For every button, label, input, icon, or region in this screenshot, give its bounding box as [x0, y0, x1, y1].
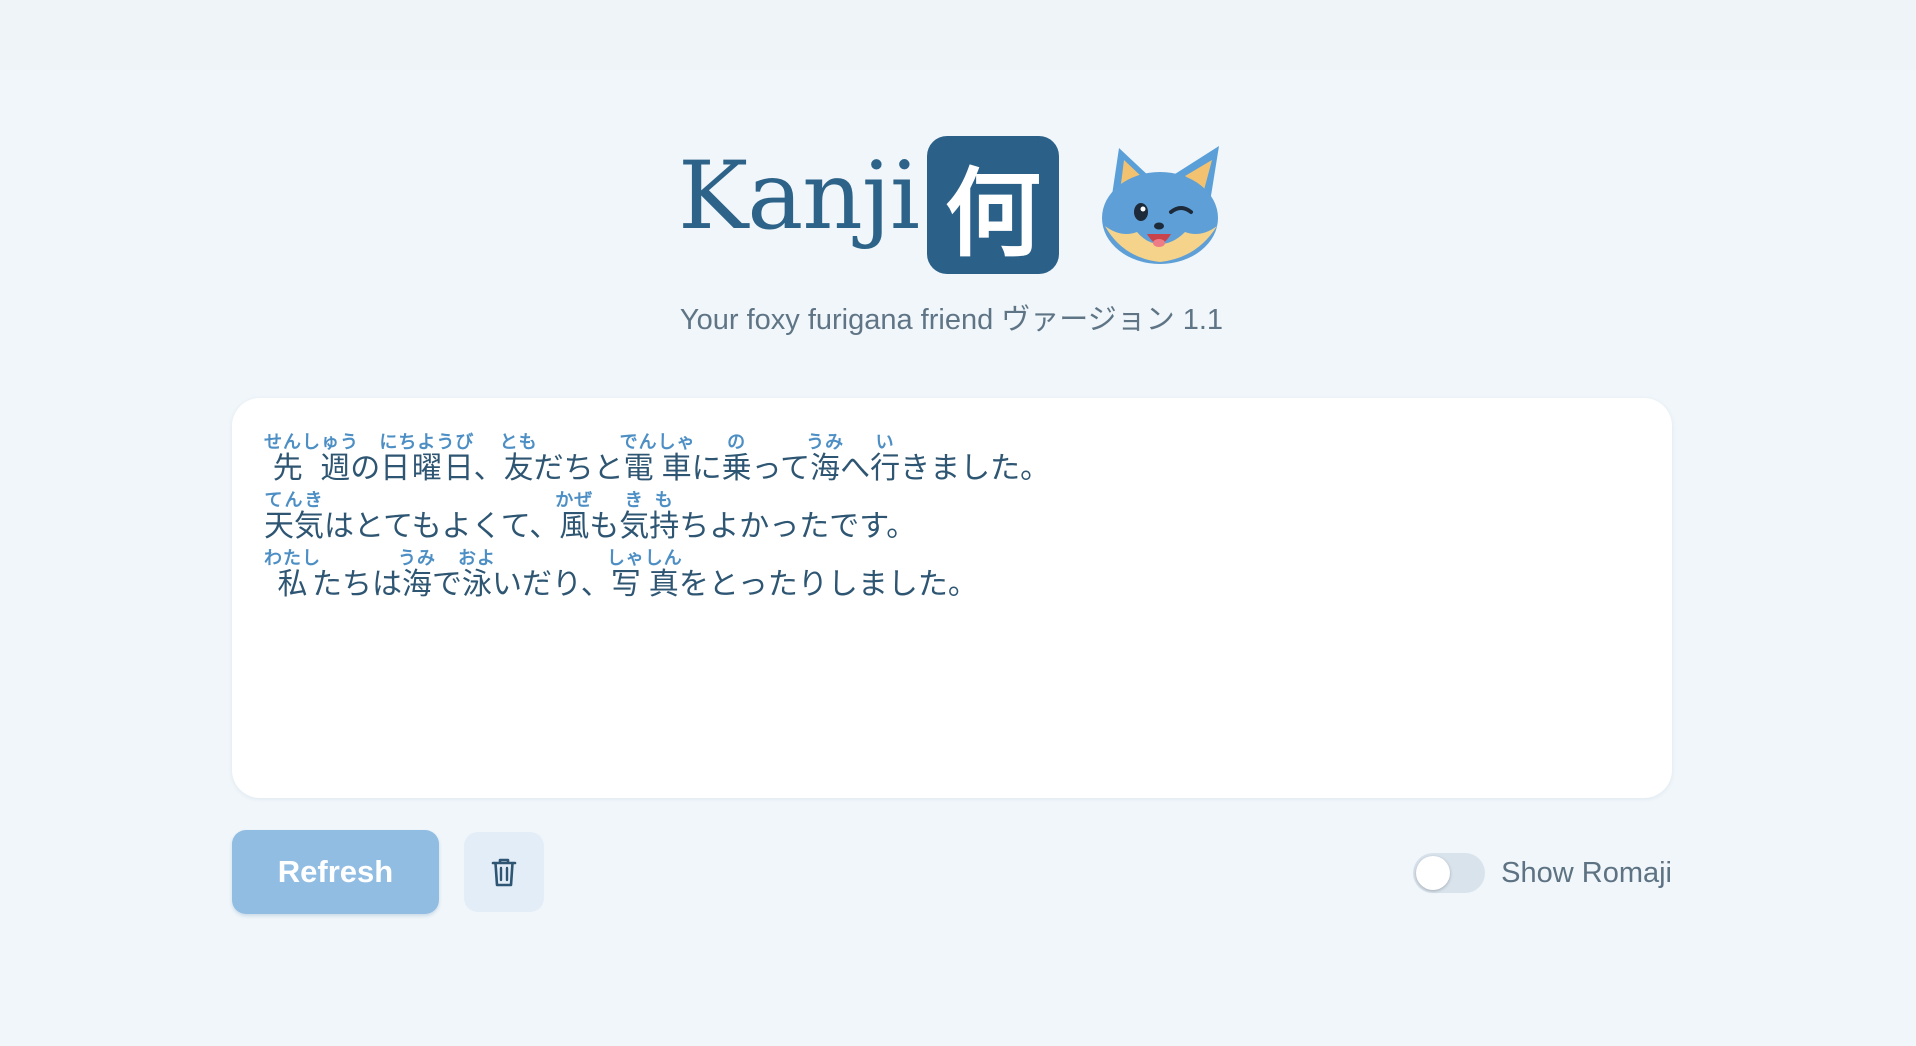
furigana-reading: わたし — [264, 548, 321, 569]
furigana-reading: せんしゅう — [264, 432, 359, 453]
kanji-base: 海 — [398, 567, 436, 602]
furigana-text-editor[interactable]: 先週せんしゅうの日曜日にちようび、友ともだちと電車でんしゃに乗のって海うみへ行い… — [232, 398, 1672, 798]
kanji-base: 電車 — [619, 451, 696, 486]
plain-text: に — [691, 451, 722, 486]
furigana-word: 海うみ — [806, 432, 844, 486]
furigana-reading: でんしゃ — [619, 432, 696, 453]
plain-text: いだり、 — [492, 567, 611, 602]
brand-kanji-badge: 何 — [927, 136, 1059, 274]
furigana-word: 海うみ — [398, 548, 436, 602]
plain-text: たちは — [312, 567, 402, 602]
furigana-word: 乗の — [721, 432, 752, 486]
furigana-word: 写真しゃしん — [607, 548, 683, 602]
plain-text: きました。 — [900, 451, 1051, 486]
furigana-word: 先週せんしゅう — [264, 432, 359, 486]
kanji-base: 海 — [806, 451, 845, 486]
plain-text: はとてもよくて、 — [324, 509, 560, 544]
furigana-word: 私わたし — [264, 548, 321, 602]
app-tagline: Your foxy furigana friend ヴァージョン 1.1 — [679, 304, 1224, 336]
furigana-word: 行い — [870, 432, 901, 486]
romaji-setting: Show Romaji — [1413, 850, 1672, 896]
furigana-word: 泳およ — [458, 548, 496, 602]
show-romaji-label: Show Romaji — [1501, 856, 1672, 889]
brand-kanji: 何 — [945, 157, 1041, 270]
plain-text: をとったりしました。 — [678, 567, 978, 602]
plain-text: だちと — [533, 451, 624, 486]
fox-mascot-icon — [1102, 146, 1219, 264]
plain-text: へ — [840, 451, 871, 486]
plain-text: の — [350, 451, 381, 486]
plain-text: ちよかったです。 — [679, 509, 917, 544]
furigana-reading: きも — [619, 490, 680, 511]
furigana-reading: にちようび — [379, 432, 475, 453]
kanji-base: 泳 — [458, 567, 496, 602]
furigana-reading: てんき — [264, 490, 324, 511]
controls-bar: Refresh Show Romaji — [232, 830, 1672, 916]
kanji-base: 天気 — [264, 509, 324, 544]
kanji-base: 先週 — [264, 451, 359, 486]
kanji-base: 日曜日 — [379, 451, 475, 486]
furigana-word: 気持きも — [619, 490, 680, 544]
kanji-base: 写真 — [606, 567, 683, 602]
kanji-base: 気持 — [619, 509, 680, 544]
plain-text: も — [589, 509, 620, 544]
furigana-word: 電車でんしゃ — [620, 432, 696, 486]
plain-text: って — [751, 451, 811, 486]
text-line: 私わたしたちは海うみで泳およいだり、写真しゃしんをとったりしました。 — [264, 548, 978, 600]
kanji-base: 行 — [870, 451, 901, 486]
furigana-word: 日曜日にちようび — [379, 432, 475, 486]
furigana-reading: い — [870, 432, 901, 453]
show-romaji-toggle[interactable] — [1413, 853, 1486, 893]
app-header: Kanji 何 — [0, 130, 1916, 280]
text-line: 天気てんきはとてもよくて、風かぜも気持きもちよかったです。 — [264, 490, 916, 542]
kanji-base: 乗 — [721, 451, 752, 486]
kanji-base: 風 — [555, 509, 594, 544]
furigana-word: 友とも — [500, 432, 538, 486]
furigana-reading: しゃしん — [606, 548, 683, 569]
refresh-button[interactable]: Refresh — [232, 830, 439, 914]
trash-icon — [491, 858, 517, 887]
furigana-reading: うみ — [398, 548, 436, 569]
furigana-reading: とも — [499, 432, 538, 453]
refresh-button-label: Refresh — [277, 854, 394, 889]
text-line: 先週せんしゅうの日曜日にちようび、友ともだちと電車でんしゃに乗のって海うみへ行い… — [264, 432, 1050, 484]
toggle-knob[interactable] — [1416, 856, 1451, 890]
furigana-reading: の — [721, 432, 752, 453]
furigana-reading: かぜ — [555, 490, 594, 511]
furigana-word: 天気てんき — [264, 490, 324, 544]
furigana-word: 風かぜ — [555, 490, 593, 544]
furigana-reading: およ — [458, 548, 496, 569]
clear-button[interactable] — [464, 832, 544, 912]
top-band — [0, 0, 1916, 70]
furigana-reading: うみ — [806, 432, 845, 453]
brand-word: Kanji — [678, 142, 920, 251]
kanji-base: 友 — [499, 451, 538, 486]
